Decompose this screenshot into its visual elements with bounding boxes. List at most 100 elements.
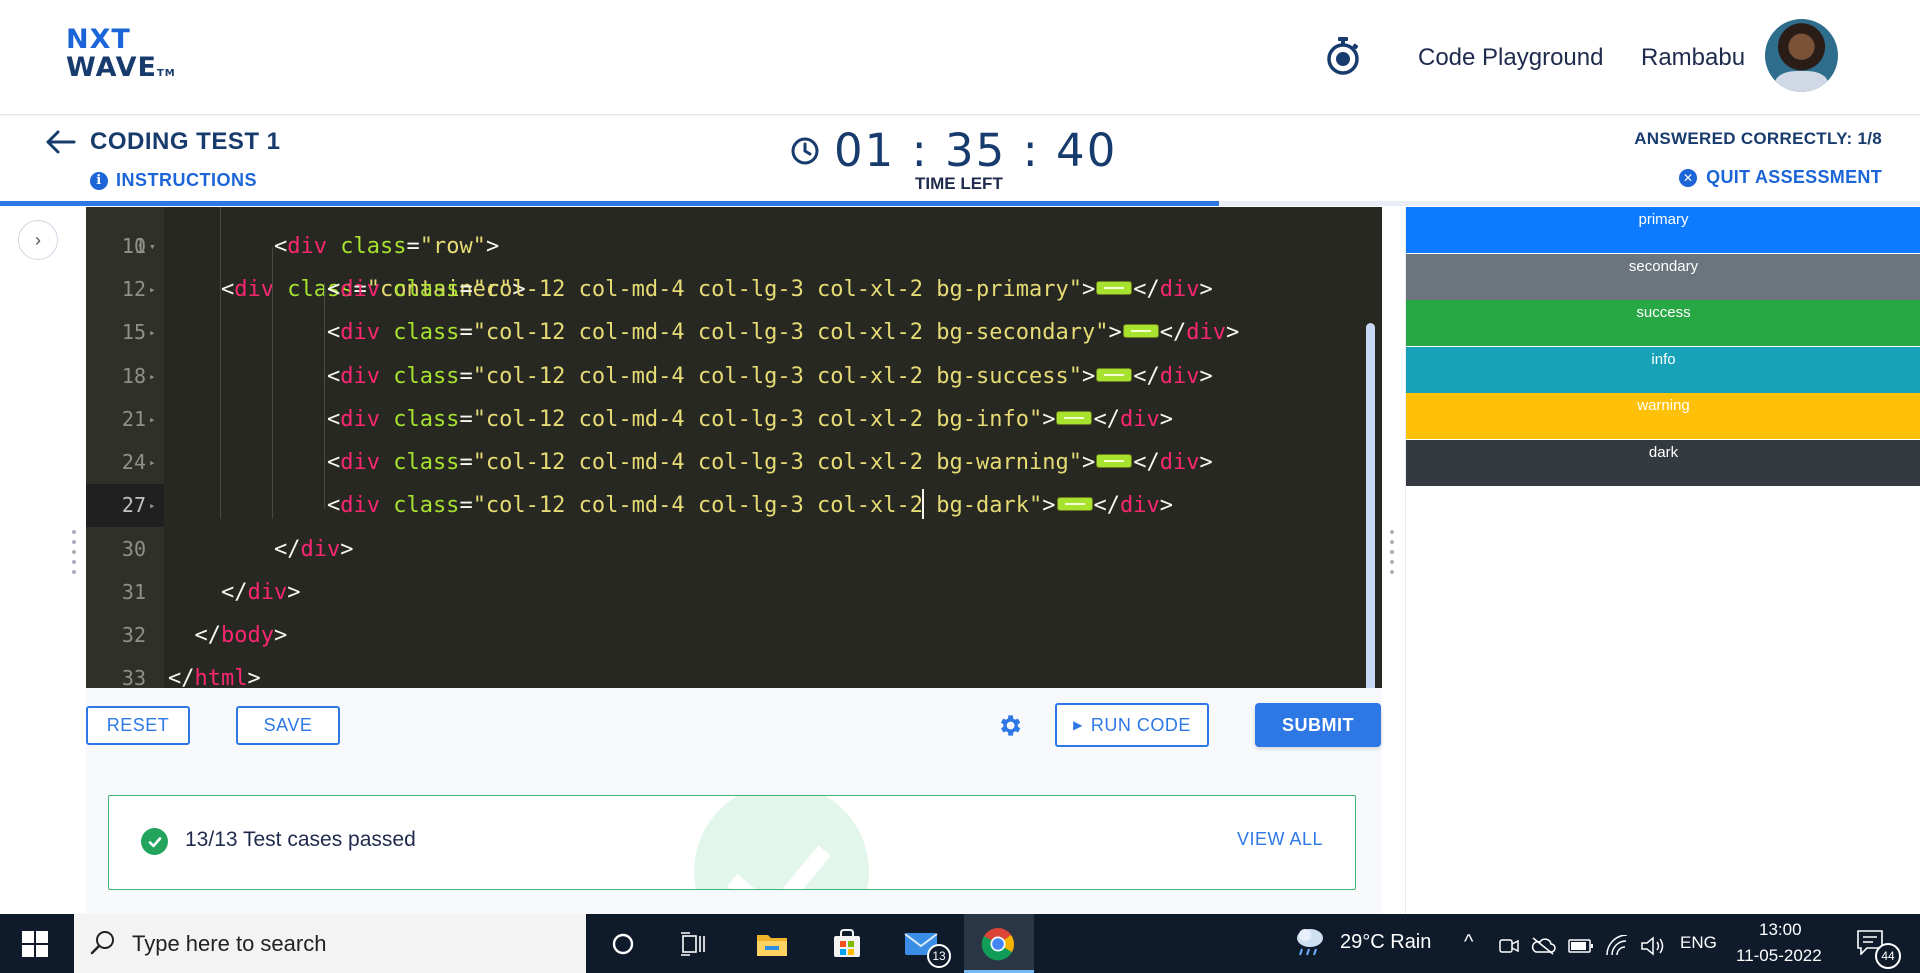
progress-bar: [0, 201, 1920, 206]
settings-gear-icon[interactable]: [996, 712, 1023, 739]
line-number: 12: [121, 277, 146, 301]
line-number: 21: [121, 407, 146, 431]
submit-button[interactable]: SUBMIT: [1255, 703, 1381, 747]
code-line[interactable]: 32 </body>: [86, 614, 1382, 657]
fold-arrow-icon[interactable]: ▸: [149, 268, 156, 311]
quit-label: QUIT ASSESSMENT: [1706, 167, 1882, 187]
code-line[interactable]: 30 </div>: [86, 528, 1382, 571]
code-line[interactable]: 33 </html>: [86, 657, 1382, 688]
resize-handle-right[interactable]: [1390, 530, 1396, 574]
save-button[interactable]: SAVE: [236, 706, 340, 745]
fold-arrow-icon[interactable]: ▸: [149, 355, 156, 398]
code-line[interactable]: 15 ▸ <div class="col-12 col-md-4 col-lg-3…: [86, 311, 1382, 354]
code-text: </div>: [273, 537, 354, 562]
output-bar-success: success: [1406, 300, 1920, 346]
code-line[interactable]: 18 ▸ <div class="col-12 col-md-4 col-lg-3…: [86, 355, 1382, 398]
chevron-up-icon[interactable]: ^: [1464, 931, 1473, 954]
resize-handle-left[interactable]: [72, 530, 78, 574]
close-icon: ✕: [1679, 168, 1698, 187]
code-text: </body>: [194, 623, 288, 648]
test-cases-status: 13/13 Test cases passed: [185, 828, 416, 851]
code-playground-link[interactable]: Code Playground: [1418, 44, 1603, 72]
language-indicator[interactable]: ENG: [1680, 933, 1717, 953]
chrome-icon[interactable]: [980, 926, 1016, 962]
instructions-link[interactable]: i INSTRUCTIONS: [90, 170, 257, 191]
code-line-partial: 10 <div class="container">: [121, 234, 526, 302]
reset-button[interactable]: RESET: [86, 706, 190, 745]
output-bar-warning: warning: [1406, 393, 1920, 439]
answered-correctly: ANSWERED CORRECTLY: 1/8: [1634, 129, 1882, 148]
fold-widget-icon[interactable]: [1096, 368, 1133, 382]
test-result-card: 13/13 Test cases passed VIEW ALL: [108, 795, 1356, 890]
back-arrow-icon[interactable]: [44, 128, 76, 156]
taskbar-search[interactable]: Type here to search: [74, 914, 586, 973]
chevron-right-icon: ›: [35, 229, 41, 250]
fold-widget-icon[interactable]: [1096, 454, 1133, 468]
code-text: <div class="col-12 col-md-4 col-lg-3 col…: [326, 450, 1213, 475]
windows-start-icon[interactable]: [22, 931, 48, 957]
wifi-icon[interactable]: [1602, 928, 1632, 964]
code-text: </html>: [168, 666, 261, 688]
fold-widget-icon[interactable]: [1056, 497, 1093, 511]
output-bar-secondary: secondary: [1406, 253, 1920, 300]
battery-icon[interactable]: [1566, 928, 1596, 964]
output-bar-dark: dark: [1406, 439, 1920, 486]
check-circle-icon: [141, 828, 168, 855]
line-number: 30: [121, 537, 146, 561]
fold-arrow-icon[interactable]: ▸: [149, 311, 156, 354]
avatar[interactable]: [1765, 19, 1838, 92]
cortana-icon[interactable]: [605, 926, 641, 962]
code-text: </div>: [220, 580, 301, 605]
code-line[interactable]: 27 ▸ <div class="col-12 col-md-4 col-lg-3…: [86, 484, 1382, 527]
code-text: <div class="col-12 col-md-4 col-lg-3 col…: [326, 364, 1213, 389]
file-explorer-icon[interactable]: [754, 926, 790, 962]
microsoft-store-icon[interactable]: [829, 926, 865, 962]
expand-panel-button[interactable]: ›: [18, 220, 58, 260]
windows-taskbar: Type here to search 13 29°C Rain ^ ENG 1…: [0, 914, 1920, 973]
line-number: 32: [121, 623, 146, 647]
onedrive-icon[interactable]: [1528, 928, 1558, 964]
logo-text-top: NXT: [66, 24, 131, 55]
meet-now-icon[interactable]: [1494, 928, 1524, 964]
info-icon: i: [90, 171, 108, 190]
view-all-link[interactable]: VIEW ALL: [1237, 829, 1323, 850]
run-code-button[interactable]: ▶ RUN CODE: [1055, 703, 1209, 747]
line-number: 18: [121, 364, 146, 388]
task-view-icon[interactable]: [676, 926, 712, 962]
line-number: 31: [121, 580, 146, 604]
fold-arrow-icon[interactable]: ▸: [149, 441, 156, 484]
fold-widget-icon[interactable]: [1122, 324, 1159, 338]
notification-badge: 44: [1875, 943, 1901, 969]
quit-assessment-button[interactable]: ✕ QUIT ASSESSMENT: [1679, 167, 1882, 188]
weather-text[interactable]: 29°C Rain: [1340, 931, 1431, 954]
play-icon: ▶: [1073, 718, 1083, 732]
line-number: 15: [121, 320, 146, 344]
volume-icon[interactable]: [1638, 928, 1668, 964]
username: Rambabu: [1641, 44, 1746, 71]
run-code-label: RUN CODE: [1090, 714, 1191, 735]
stopwatch-icon[interactable]: [1325, 36, 1361, 76]
fold-arrow-icon[interactable]: ▾: [149, 225, 156, 268]
clock-time[interactable]: 13:00: [1759, 920, 1802, 940]
fold-arrow-icon[interactable]: ▸: [149, 484, 156, 527]
code-text: <div class="row">: [273, 234, 500, 259]
code-line[interactable]: 12 ▸ <div class="col-12 col-md-4 col-lg-3…: [86, 268, 1382, 311]
code-line[interactable]: 11 ▾ <div class="row">: [86, 225, 1382, 268]
code-text: <div class="col-12 col-md-4 col-lg-3 col…: [326, 407, 1173, 432]
clock-date[interactable]: 11-05-2022: [1736, 946, 1822, 966]
code-editor[interactable]: 10 <div class="container"> 11 ▾ <div clas…: [86, 207, 1382, 688]
search-icon: [90, 931, 114, 955]
fold-widget-icon[interactable]: [1096, 281, 1133, 295]
code-line[interactable]: 21 ▸ <div class="col-12 col-md-4 col-lg-3…: [86, 398, 1382, 441]
logo-trademark: TM: [156, 68, 176, 79]
code-line[interactable]: 24 ▸ <div class="col-12 col-md-4 col-lg-3…: [86, 441, 1382, 484]
fold-arrow-icon[interactable]: ▸: [149, 398, 156, 441]
test-title: CODING TEST 1: [90, 128, 281, 155]
nxtwave-logo[interactable]: NXT WAVETM: [66, 26, 186, 86]
weather-rain-icon[interactable]: [1292, 924, 1328, 960]
top-header: NXT WAVETM Code Playground Rambabu: [0, 0, 1920, 115]
code-line[interactable]: 31 </div>: [86, 571, 1382, 614]
progress-fill: [0, 201, 1220, 206]
fold-widget-icon[interactable]: [1056, 411, 1093, 425]
time-left-label: TIME LEFT: [915, 174, 1003, 193]
